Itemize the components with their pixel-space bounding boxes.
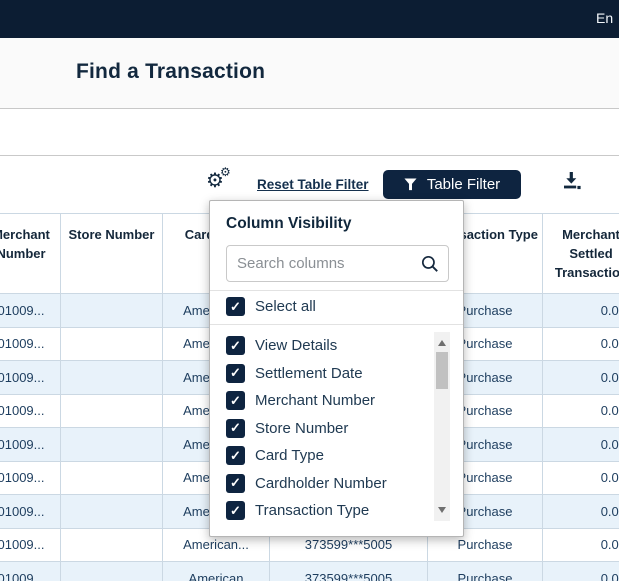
- search-columns-box: [226, 245, 449, 282]
- cell-store-number: [61, 529, 163, 563]
- cell-merchant-number: 01009...: [0, 361, 61, 395]
- cell-merchant-number: 01009...: [0, 395, 61, 429]
- checkbox-checked-icon[interactable]: [226, 297, 245, 316]
- column-option-card-type[interactable]: Card Type: [226, 442, 426, 470]
- cell-settled-amount: 0.00: [543, 495, 619, 529]
- column-header-merchant-settled[interactable]: Merchant Settled Transactio..: [543, 214, 619, 294]
- cell-store-number: [61, 294, 163, 328]
- checkbox-checked-icon[interactable]: [226, 419, 245, 438]
- cell-merchant-number: 01009...: [0, 495, 61, 529]
- cell-settled-amount: 0.00: [543, 428, 619, 462]
- cell-settled-amount: 0.00: [543, 529, 619, 563]
- cell-merchant-number: 01009...: [0, 294, 61, 328]
- column-option-label: View Details: [255, 337, 337, 354]
- cell-store-number: [61, 361, 163, 395]
- column-visibility-popup: Column Visibility Select all View Detail…: [209, 200, 464, 537]
- top-nav-bar: En: [0, 0, 619, 38]
- cell-store-number: [61, 495, 163, 529]
- column-option-store-number[interactable]: Store Number: [226, 415, 426, 443]
- column-option-label: Merchant Number: [255, 392, 375, 409]
- column-option-transaction-type[interactable]: Transaction Type: [226, 497, 426, 525]
- column-options-list: View Details Settlement Date Merchant Nu…: [226, 332, 426, 525]
- cell-settled-amount: 0.00: [543, 395, 619, 429]
- column-header-store-number[interactable]: Store Number: [61, 214, 163, 294]
- scroll-up-icon[interactable]: [438, 340, 446, 346]
- column-option-label: Transaction Type: [255, 502, 369, 519]
- table-filter-button[interactable]: Table Filter: [383, 170, 521, 199]
- column-option-label: Card Type: [255, 447, 324, 464]
- column-option-settlement-date[interactable]: Settlement Date: [226, 360, 426, 388]
- divider: [210, 290, 463, 291]
- app: En Find a Transaction Reset Table Filter…: [0, 0, 619, 581]
- cell-cardholder-number: 373599***5005: [270, 562, 428, 581]
- scroll-down-icon[interactable]: [438, 507, 446, 513]
- scrollbar-thumb[interactable]: [436, 352, 448, 389]
- download-button[interactable]: [561, 171, 583, 191]
- column-option-cardholder-number[interactable]: Cardholder Number: [226, 470, 426, 498]
- column-settings-button[interactable]: [206, 168, 232, 194]
- cell-settled-amount: 0.00: [543, 462, 619, 496]
- column-option-label: Cardholder Number: [255, 475, 387, 492]
- cell-store-number: [61, 562, 163, 581]
- checkbox-checked-icon[interactable]: [226, 336, 245, 355]
- checkbox-checked-icon[interactable]: [226, 446, 245, 465]
- column-option-label: Settlement Date: [255, 365, 363, 382]
- table-filter-label: Table Filter: [427, 176, 500, 193]
- download-icon: [561, 171, 582, 191]
- column-option-label: Store Number: [255, 420, 348, 437]
- column-option-view-details[interactable]: View Details: [226, 332, 426, 360]
- scrollbar-track[interactable]: [434, 332, 450, 521]
- search-icon: [421, 255, 439, 273]
- select-all-option[interactable]: Select all: [226, 297, 316, 316]
- cell-card-type: American: [163, 562, 270, 581]
- filter-funnel-icon: [404, 178, 417, 191]
- cell-store-number: [61, 395, 163, 429]
- search-columns-input[interactable]: [237, 246, 415, 281]
- checkbox-checked-icon[interactable]: [226, 391, 245, 410]
- cell-merchant-number: 01009...: [0, 562, 61, 581]
- page-header: Find a Transaction: [0, 38, 619, 109]
- page-title: Find a Transaction: [76, 60, 265, 84]
- language-selector[interactable]: En: [596, 10, 613, 26]
- sub-header-band: [0, 110, 619, 156]
- cell-settled-amount: 0.00: [543, 562, 619, 581]
- column-option-merchant-number[interactable]: Merchant Number: [226, 387, 426, 415]
- column-header-merchant-number[interactable]: Merchant Number: [0, 214, 61, 294]
- divider: [210, 324, 463, 325]
- popup-title: Column Visibility: [226, 215, 351, 233]
- reset-table-filter-link[interactable]: Reset Table Filter: [257, 177, 369, 192]
- cell-store-number: [61, 428, 163, 462]
- select-all-label: Select all: [255, 298, 316, 315]
- cell-merchant-number: 01009...: [0, 529, 61, 563]
- checkbox-checked-icon[interactable]: [226, 474, 245, 493]
- cell-store-number: [61, 462, 163, 496]
- cell-settled-amount: 0.00: [543, 328, 619, 362]
- cell-merchant-number: 01009...: [0, 462, 61, 496]
- cell-merchant-number: 01009...: [0, 328, 61, 362]
- checkbox-checked-icon[interactable]: [226, 364, 245, 383]
- cell-transaction-type: Purchase: [428, 562, 543, 581]
- cell-store-number: [61, 328, 163, 362]
- checkbox-checked-icon[interactable]: [226, 501, 245, 520]
- cell-settled-amount: 0.00: [543, 294, 619, 328]
- cell-settled-amount: 0.00: [543, 361, 619, 395]
- cell-merchant-number: 01009...: [0, 428, 61, 462]
